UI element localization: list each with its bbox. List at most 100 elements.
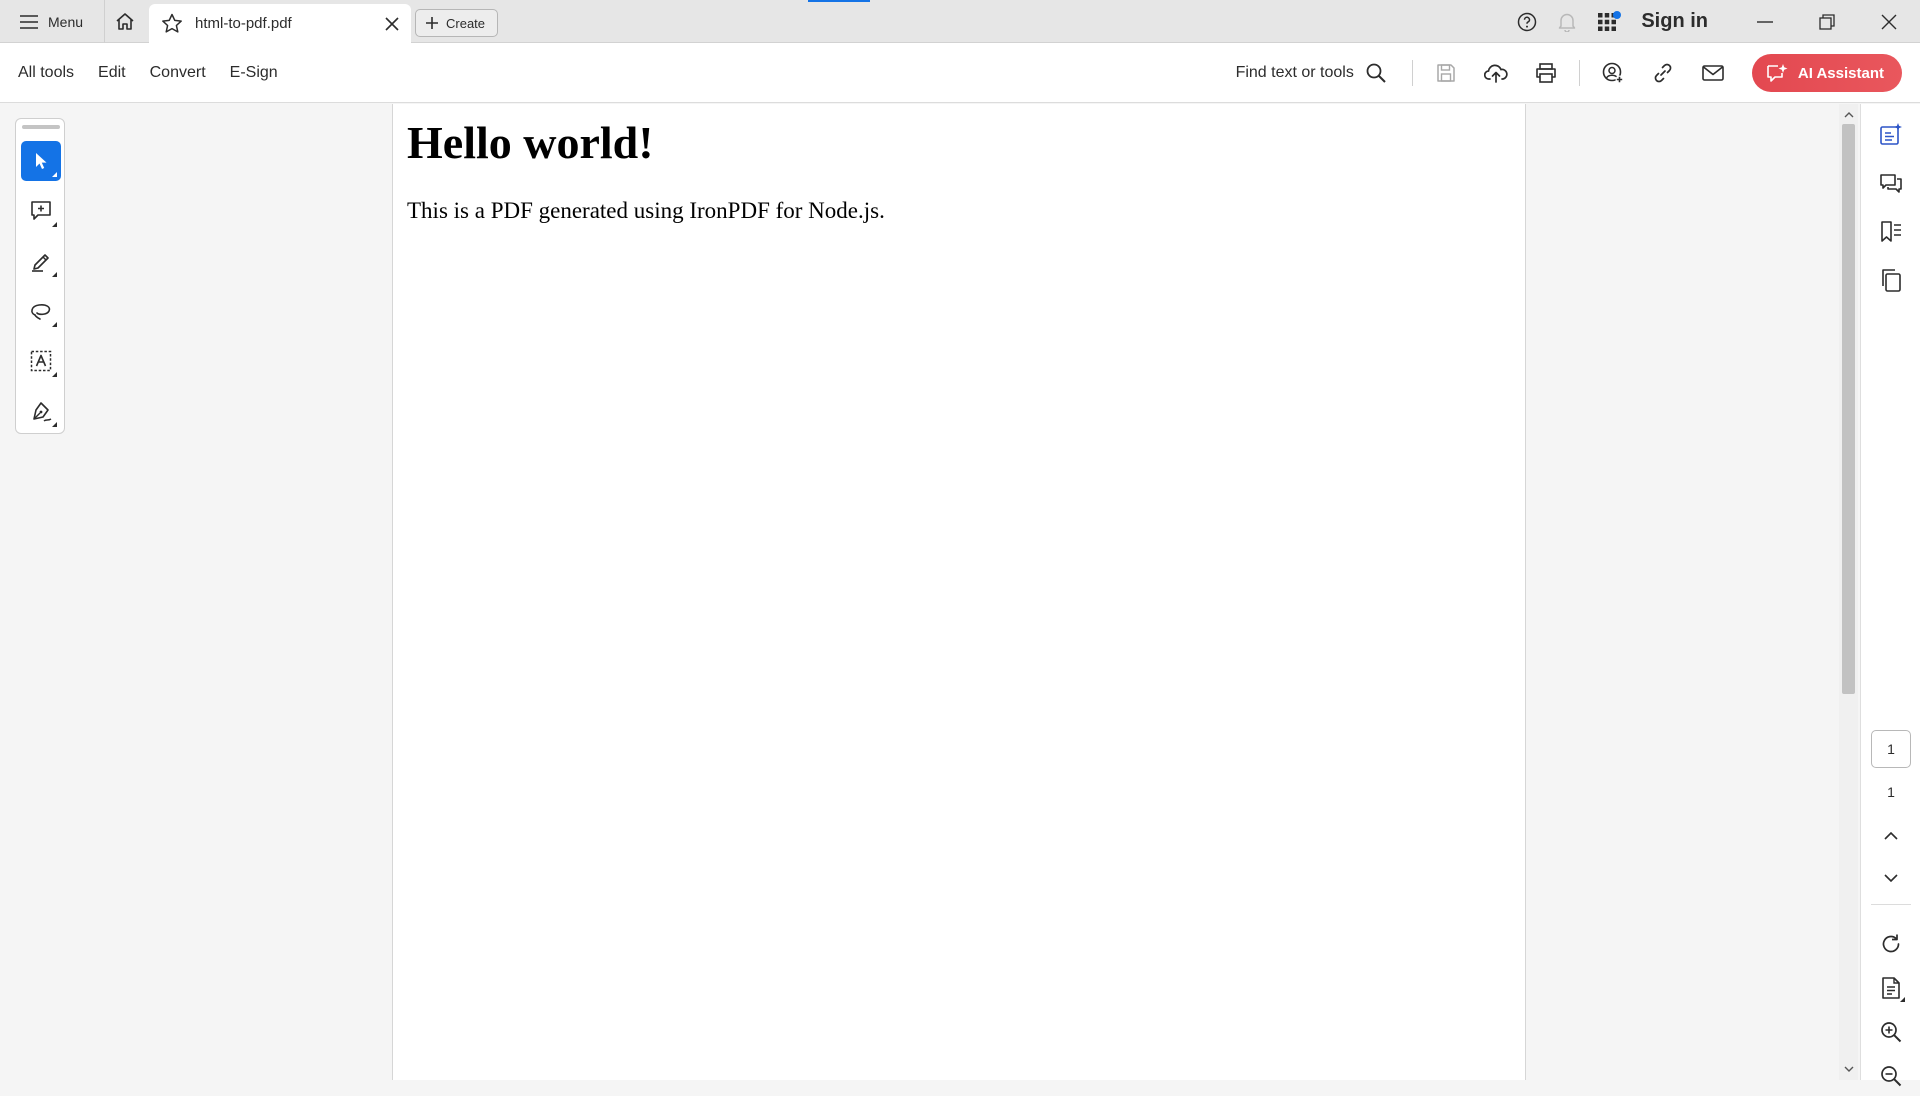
restore-icon (1819, 13, 1835, 30)
ai-overview-icon (1879, 122, 1903, 146)
plus-icon (426, 17, 438, 29)
home-icon (115, 12, 135, 31)
sign-in-button[interactable]: Sign in (1641, 10, 1708, 33)
bookmark-icon (1879, 220, 1903, 244)
ai-assistant-icon (1766, 63, 1788, 83)
scroll-down-arrow[interactable] (1839, 1060, 1858, 1078)
save-button[interactable] (1421, 43, 1471, 103)
share-with-people-button[interactable] (1588, 43, 1638, 103)
select-tool[interactable] (21, 141, 61, 181)
search-icon (1366, 63, 1386, 83)
document-paragraph: This is a PDF generated using IronPDF fo… (407, 198, 885, 223)
email-button[interactable] (1688, 43, 1738, 103)
comments-icon (1879, 172, 1903, 196)
scroll-up-arrow[interactable] (1839, 106, 1858, 124)
find-label: Find text or tools (1235, 64, 1354, 81)
ai-overview-button[interactable] (1871, 114, 1911, 154)
pages-panel-button[interactable] (1871, 260, 1911, 300)
bookmarks-panel-button[interactable] (1871, 212, 1911, 252)
tool-menu: All tools Edit Convert E-Sign (6, 43, 290, 103)
apps-notification-dot (1613, 11, 1622, 19)
link-icon (1652, 62, 1674, 84)
create-button[interactable]: Create (415, 9, 499, 37)
next-page-button[interactable] (1871, 858, 1911, 898)
total-pages: 1 (1887, 784, 1895, 800)
bell-icon (1558, 12, 1576, 32)
save-icon (1436, 63, 1456, 83)
tab-title: html-to-pdf.pdf (195, 15, 292, 32)
page-fit-icon (1880, 976, 1902, 1000)
mail-icon (1702, 64, 1724, 82)
print-icon (1535, 63, 1557, 83)
lasso-draw-icon (29, 300, 53, 322)
menu-all-tools[interactable]: All tools (6, 64, 86, 82)
text-box-icon (30, 350, 52, 372)
notifications-button[interactable] (1547, 0, 1587, 43)
pdf-page: Hello world! This is a PDF generated usi… (392, 104, 1526, 1080)
home-button[interactable] (104, 0, 144, 43)
add-comment-tool[interactable] (21, 191, 61, 231)
zoom-in-button[interactable] (1871, 1012, 1911, 1052)
copy-link-button[interactable] (1638, 43, 1688, 103)
star-icon[interactable] (161, 13, 183, 34)
tool-options-indicator (52, 272, 57, 277)
scroll-thumb[interactable] (1842, 124, 1855, 694)
rail-drag-handle[interactable] (22, 125, 60, 129)
menu-convert[interactable]: Convert (138, 64, 218, 82)
apps-button[interactable] (1587, 0, 1627, 43)
draw-tool[interactable] (21, 291, 61, 331)
cursor-arrow-icon (32, 151, 50, 171)
chevron-up-icon (1884, 832, 1898, 840)
highlight-tool[interactable] (21, 241, 61, 281)
tool-options-indicator (52, 422, 57, 427)
zoom-in-icon (1880, 1021, 1902, 1043)
previous-page-button[interactable] (1871, 816, 1911, 856)
signature-pen-icon (29, 400, 53, 422)
ai-assistant-label: AI Assistant (1797, 64, 1884, 82)
hamburger-icon (20, 14, 38, 29)
tool-options-indicator (52, 172, 57, 177)
chevron-down-icon (1884, 874, 1898, 882)
current-page-input[interactable]: 1 (1871, 730, 1911, 768)
add-person-icon (1602, 62, 1624, 84)
restore-button[interactable] (1796, 0, 1858, 43)
title-bar: Menu html-to-pdf.pdf Create Sign in (0, 0, 1920, 43)
create-label: Create (446, 15, 486, 31)
sign-tool[interactable] (21, 391, 61, 431)
minimize-button[interactable] (1734, 0, 1796, 43)
right-side-panel: 1 1 (1860, 104, 1920, 1087)
zoom-out-button[interactable] (1871, 1056, 1911, 1096)
help-icon (1517, 12, 1537, 32)
drag-indicator (808, 0, 870, 2)
menu-button[interactable]: Menu (12, 0, 91, 43)
ai-assistant-button[interactable]: AI Assistant (1751, 54, 1902, 92)
document-tab[interactable]: html-to-pdf.pdf (149, 4, 411, 43)
rotate-button[interactable] (1871, 924, 1911, 964)
main-toolbar: All tools Edit Convert E-Sign Find text … (0, 43, 1920, 103)
comments-panel-button[interactable] (1871, 164, 1911, 204)
page-display-button[interactable] (1871, 968, 1911, 1008)
menu-label: Menu (48, 13, 84, 30)
copy-pages-icon (1880, 268, 1902, 292)
cloud-upload-icon (1483, 63, 1508, 83)
find-text-or-tools[interactable]: Find text or tools (1236, 63, 1386, 83)
help-button[interactable] (1507, 0, 1547, 43)
close-window-button[interactable] (1858, 0, 1920, 43)
toolbar-divider (1578, 60, 1580, 86)
minimize-icon (1757, 20, 1773, 23)
print-button[interactable] (1521, 43, 1571, 103)
text-box-tool[interactable] (21, 341, 61, 381)
toolbar-divider (1411, 60, 1413, 86)
pen-highlight-icon (30, 250, 52, 272)
menu-esign[interactable]: E-Sign (218, 64, 290, 82)
close-icon (1881, 14, 1897, 30)
comment-add-icon (30, 200, 52, 222)
vertical-scrollbar[interactable] (1839, 104, 1858, 1080)
tool-options-indicator (52, 322, 57, 327)
menu-edit[interactable]: Edit (86, 64, 138, 82)
tool-options-indicator (1900, 997, 1905, 1002)
zoom-out-icon (1880, 1065, 1902, 1087)
quick-tools-rail (15, 118, 65, 434)
upload-to-cloud-button[interactable] (1471, 43, 1521, 103)
close-tab-icon[interactable] (385, 16, 399, 31)
